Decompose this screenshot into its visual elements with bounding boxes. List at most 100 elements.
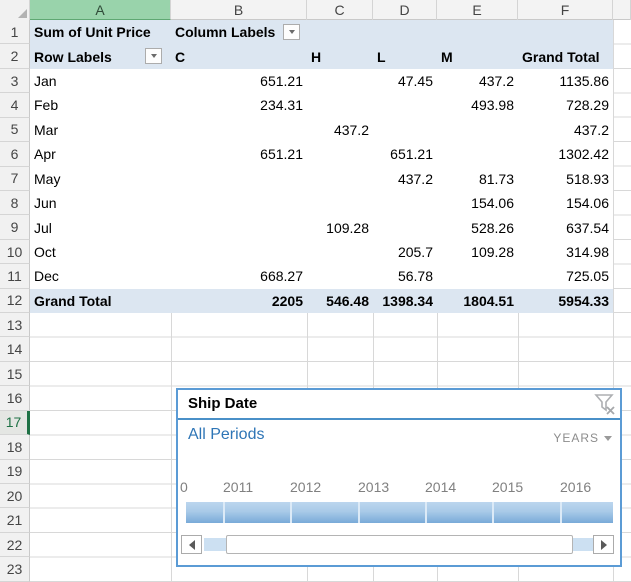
timeline-scrollbar-track[interactable] [204,538,226,551]
cell[interactable] [373,191,437,215]
cell[interactable]: 637.54 [518,215,613,239]
cell[interactable] [307,167,373,191]
column-header-E[interactable]: E [437,0,518,20]
row-header-23[interactable]: 23 [0,557,30,581]
timeline-scrollbar-track[interactable] [573,538,593,551]
cell[interactable] [171,118,307,142]
cell[interactable]: 1804.51 [437,289,518,313]
row-label[interactable]: Dec [30,264,171,288]
grand-total-label[interactable]: Grand Total [30,289,171,313]
cell[interactable] [373,93,437,117]
timeline-period-dropdown[interactable]: YEARS [553,431,612,445]
cell[interactable] [437,264,518,288]
cell[interactable]: 109.28 [307,215,373,239]
cell[interactable] [437,118,518,142]
row-header-1[interactable]: 1 [0,20,30,44]
row-label[interactable]: Apr [30,142,171,166]
row-label[interactable]: Jun [30,191,171,215]
row-label[interactable]: Oct [30,240,171,264]
cell[interactable] [518,20,613,44]
cell[interactable]: 518.93 [518,167,613,191]
column-header-F[interactable]: F [518,0,613,20]
cell[interactable]: 154.06 [437,191,518,215]
cell[interactable]: 725.05 [518,264,613,288]
row-header-12[interactable]: 12 [0,289,30,313]
select-all-button[interactable] [0,0,30,20]
column-labels-filter-dropdown[interactable] [283,24,300,40]
cell[interactable]: 437.2 [437,69,518,93]
row-header-2[interactable]: 2 [0,44,30,68]
timeline-selection-bar[interactable] [186,502,613,523]
pivot-col-header-C[interactable]: C [171,44,307,68]
pivot-col-header-M[interactable]: M [437,44,518,68]
cell[interactable] [373,215,437,239]
row-header-9[interactable]: 9 [0,215,30,239]
pivot-values-field-cell[interactable]: Sum of Unit Price [30,20,171,44]
cell[interactable]: 154.06 [518,191,613,215]
cell[interactable]: 528.26 [437,215,518,239]
timeline-slicer-ship-date[interactable]: Ship Date All Periods YEARS 0 2011 2012 … [176,388,622,567]
cell[interactable] [307,93,373,117]
row-labels-filter-dropdown[interactable] [145,48,162,64]
cell[interactable]: 205.7 [373,240,437,264]
cell[interactable]: 314.98 [518,240,613,264]
cell[interactable]: 546.48 [307,289,373,313]
timeline-scrollbar-thumb[interactable] [226,535,573,554]
cell[interactable] [307,20,373,44]
cell[interactable] [307,142,373,166]
column-header-A[interactable]: A [30,0,171,20]
column-header-C[interactable]: C [307,0,373,20]
cell[interactable] [307,264,373,288]
timeline-scroll-right-button[interactable] [593,535,614,554]
cell[interactable] [307,240,373,264]
row-header-6[interactable]: 6 [0,142,30,166]
pivot-col-header-grand-total[interactable]: Grand Total [518,44,613,68]
cell[interactable]: 668.27 [171,264,307,288]
row-header-4[interactable]: 4 [0,93,30,117]
row-label[interactable]: Jan [30,69,171,93]
column-header-G-partial[interactable] [613,0,631,20]
row-header-5[interactable]: 5 [0,118,30,142]
row-header-15[interactable]: 15 [0,362,30,386]
cell[interactable]: 1398.34 [373,289,437,313]
cell[interactable]: 437.2 [373,167,437,191]
column-header-D[interactable]: D [373,0,437,20]
row-label[interactable]: Feb [30,93,171,117]
pivot-col-header-L[interactable]: L [373,44,437,68]
cell[interactable] [171,191,307,215]
cell[interactable]: 5954.33 [518,289,613,313]
column-header-B[interactable]: B [171,0,307,20]
cell[interactable] [373,20,437,44]
cell[interactable] [437,20,518,44]
cell[interactable] [307,69,373,93]
cell[interactable] [171,240,307,264]
cell[interactable] [171,215,307,239]
cell[interactable]: 651.21 [373,142,437,166]
cell[interactable]: 109.28 [437,240,518,264]
cell[interactable] [307,191,373,215]
cell[interactable]: 437.2 [518,118,613,142]
cell[interactable] [373,118,437,142]
pivot-col-header-H[interactable]: H [307,44,373,68]
row-header-17-active[interactable]: 17 [0,411,30,435]
row-header-19[interactable]: 19 [0,460,30,484]
row-header-11[interactable]: 11 [0,264,30,288]
clear-filter-icon[interactable] [593,393,617,417]
row-header-10[interactable]: 10 [0,240,30,264]
cell[interactable]: 2205 [171,289,307,313]
cell[interactable]: 651.21 [171,142,307,166]
cell[interactable]: 234.31 [171,93,307,117]
cell[interactable] [437,142,518,166]
cell[interactable]: 1302.42 [518,142,613,166]
row-header-21[interactable]: 21 [0,508,30,532]
row-header-7[interactable]: 7 [0,167,30,191]
row-header-8[interactable]: 8 [0,191,30,215]
cell[interactable] [171,167,307,191]
cell[interactable]: 56.78 [373,264,437,288]
row-header-18[interactable]: 18 [0,435,30,459]
row-label[interactable]: May [30,167,171,191]
cell[interactable]: 651.21 [171,69,307,93]
row-header-13[interactable]: 13 [0,313,30,337]
row-header-3[interactable]: 3 [0,69,30,93]
row-label[interactable]: Mar [30,118,171,142]
